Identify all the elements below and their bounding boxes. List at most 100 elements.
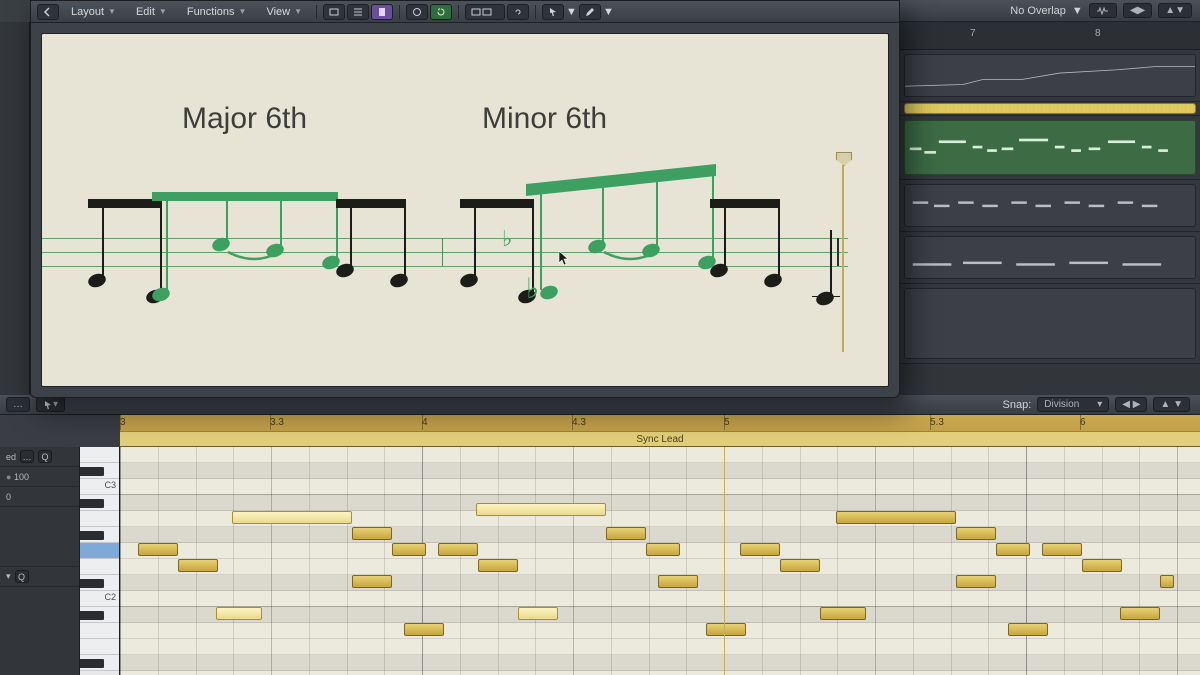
midi-note[interactable]	[178, 559, 218, 572]
snap-select[interactable]: Division▾	[1037, 397, 1109, 412]
arrange-track[interactable]	[900, 284, 1200, 364]
param-row[interactable]: ed…Q	[0, 447, 79, 467]
edit-menu[interactable]: …	[6, 397, 30, 412]
midi-note[interactable]	[740, 543, 780, 556]
zoom-waveform-icon[interactable]	[1089, 3, 1117, 18]
midi-note[interactable]	[232, 511, 352, 524]
midi-note[interactable]	[996, 543, 1030, 556]
midi-note[interactable]	[138, 543, 178, 556]
separator	[316, 5, 317, 19]
stem	[160, 206, 162, 294]
automation-region[interactable]	[904, 54, 1196, 97]
v-zoom-icon[interactable]: ▲ ▼	[1153, 397, 1190, 412]
note-grid[interactable]	[120, 447, 1200, 675]
midi-note[interactable]	[1082, 559, 1122, 572]
midi-note[interactable]	[478, 559, 518, 572]
midi-note[interactable]	[476, 503, 606, 516]
score-playhead[interactable]	[842, 162, 844, 352]
midi-note[interactable]	[216, 607, 262, 620]
text-minor-6th: Minor 6th	[482, 102, 607, 136]
midi-in-icon[interactable]	[406, 4, 428, 20]
tool-menu[interactable]: ▾	[36, 397, 65, 412]
midi-note[interactable]	[956, 575, 996, 588]
score-canvas[interactable]: Major 6th Minor 6th	[41, 33, 889, 387]
score-editor-window: Layout▼ Edit▼ Functions▼ View▼ ▼ ▼ Major…	[30, 0, 900, 398]
midi-note[interactable]	[820, 607, 866, 620]
piano-roll-ruler[interactable]: Sync Lead 33.344.355.36	[120, 415, 1200, 447]
piano-roll-playhead[interactable]	[724, 447, 725, 675]
h-zoom-icon[interactable]: ◀ ▶	[1115, 397, 1147, 412]
stem	[166, 198, 168, 292]
arrange-toolbar: No Overlap ▼ ◀▶ ▲▼	[900, 0, 1200, 22]
midi-note[interactable]	[658, 575, 698, 588]
param-row[interactable]: ▾Q	[0, 567, 79, 587]
q-button[interactable]: …	[20, 450, 34, 463]
catch-playhead-icon[interactable]	[430, 4, 452, 20]
display-level-icon[interactable]	[465, 4, 505, 20]
arrange-track[interactable]	[900, 232, 1200, 284]
midi-note[interactable]	[1120, 607, 1160, 620]
midi-note[interactable]	[836, 511, 956, 524]
v-zoom-icon[interactable]: ▲▼	[1158, 3, 1192, 18]
midi-note[interactable]	[352, 575, 392, 588]
arrange-track[interactable]	[900, 180, 1200, 232]
arrange-ruler[interactable]: 7 8	[900, 22, 1200, 50]
region-header[interactable]	[904, 103, 1196, 114]
menu-label: View	[266, 6, 290, 18]
tie	[602, 250, 658, 266]
midi-region[interactable]	[904, 288, 1196, 359]
menu-edit[interactable]: Edit▼	[126, 3, 175, 21]
arrange-track-sync-lead[interactable]	[900, 116, 1200, 180]
note[interactable]	[86, 272, 107, 290]
offset-row[interactable]: 0	[0, 487, 79, 507]
midi-thumbnail	[905, 121, 1195, 174]
page-view-icon[interactable]	[371, 4, 393, 20]
midi-region[interactable]	[904, 184, 1196, 227]
piano-keyboard[interactable]: C3C2	[80, 447, 120, 675]
pencil-tool-icon[interactable]	[579, 4, 601, 20]
pointer-tool-icon[interactable]	[542, 4, 564, 20]
menu-functions[interactable]: Functions▼	[177, 3, 255, 21]
view-mode-1-icon[interactable]	[323, 4, 345, 20]
menu-view[interactable]: View▼	[256, 3, 310, 21]
midi-note[interactable]	[706, 623, 746, 636]
midi-note[interactable]	[404, 623, 444, 636]
view-mode-2-icon[interactable]	[347, 4, 369, 20]
midi-note[interactable]	[1042, 543, 1082, 556]
chevron-down-icon: ▼	[108, 7, 116, 16]
stem	[350, 206, 352, 268]
q-button[interactable]: Q	[38, 450, 52, 463]
barline	[442, 238, 443, 266]
note[interactable]	[388, 272, 409, 290]
menu-layout[interactable]: Layout▼	[61, 3, 124, 21]
midi-note[interactable]	[1008, 623, 1048, 636]
midi-note[interactable]	[518, 607, 558, 620]
midi-region[interactable]	[904, 236, 1196, 279]
velocity-row[interactable]: ● 100	[0, 467, 79, 487]
midi-note[interactable]	[352, 527, 392, 540]
ruler-mark: 4.3	[572, 417, 586, 428]
note[interactable]	[814, 290, 835, 308]
link-icon[interactable]	[507, 4, 529, 20]
q-button[interactable]: Q	[15, 570, 29, 583]
midi-note[interactable]	[392, 543, 426, 556]
chevron-down-icon: ▼	[566, 6, 577, 18]
drag-mode-label[interactable]: No Overlap	[1010, 5, 1066, 17]
beam	[710, 199, 780, 208]
arrange-track[interactable]	[900, 50, 1200, 102]
back-arrow-icon[interactable]	[37, 4, 59, 20]
midi-note[interactable]	[646, 543, 680, 556]
midi-note[interactable]	[606, 527, 646, 540]
midi-note[interactable]	[956, 527, 996, 540]
midi-note[interactable]	[438, 543, 478, 556]
arrange-track[interactable]	[900, 102, 1200, 116]
h-zoom-icon[interactable]: ◀▶	[1123, 3, 1152, 18]
note[interactable]	[458, 272, 479, 290]
piano-roll-body: ed…Q ● 100 0 ▾Q C3C2	[0, 447, 1200, 675]
midi-note[interactable]	[1160, 575, 1174, 588]
midi-region[interactable]	[904, 120, 1196, 175]
flat-accidental: ♭	[526, 272, 539, 306]
spacer	[0, 507, 79, 567]
note[interactable]	[762, 272, 783, 290]
midi-note[interactable]	[780, 559, 820, 572]
